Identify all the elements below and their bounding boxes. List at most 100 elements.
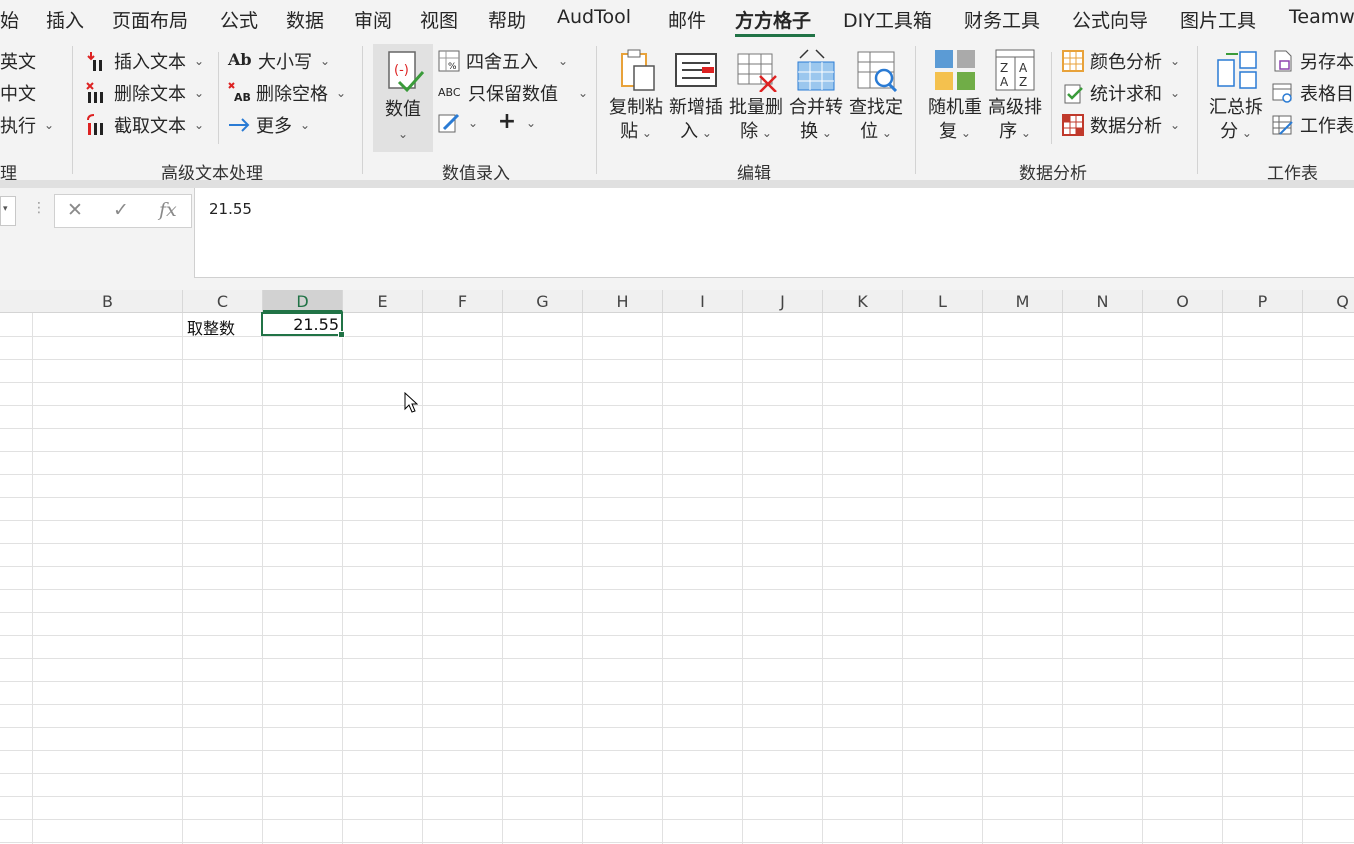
column-header-k[interactable]: K <box>823 290 903 312</box>
insert-function-icon[interactable]: fx <box>159 199 177 221</box>
tab-audtool[interactable]: AudTool <box>557 6 631 28</box>
tab-mail[interactable]: 邮件 <box>668 6 706 33</box>
chevron-down-icon: ⌄ <box>698 126 712 140</box>
tab-data[interactable]: 数据 <box>286 6 324 33</box>
value-entry-label: 数值 <box>385 99 421 120</box>
cancel-icon[interactable]: ✕ <box>67 199 83 221</box>
grid-column-line <box>1222 313 1223 844</box>
sort-az-icon: ZAAZ <box>993 48 1037 92</box>
to-chinese-label: 中文 <box>0 84 36 105</box>
data-analysis-button[interactable]: 数据分析 ⌄ <box>1062 112 1180 138</box>
grid-row-line <box>0 428 1354 429</box>
value-entry-button[interactable]: (-) 数值 ⌄ <box>373 44 433 152</box>
grid-column-line <box>422 313 423 844</box>
advanced-sort-button[interactable]: ZAAZ 高级排 序 ⌄ <box>986 46 1044 145</box>
group-divider <box>915 46 916 174</box>
merge-convert-label-2: 换 <box>800 121 819 142</box>
stat-sum-button[interactable]: 统计求和 ⌄ <box>1062 80 1180 106</box>
cut-text-button[interactable]: 截取文本 ⌄ <box>86 112 204 138</box>
batch-delete-button[interactable]: 批量删 除 ⌄ <box>727 46 785 145</box>
insert-new-button[interactable]: 新增插 入 ⌄ <box>667 46 725 145</box>
delete-text-button[interactable]: 删除文本 ⌄ <box>86 80 204 106</box>
group-divider <box>362 46 363 174</box>
name-box-dropdown[interactable]: ▾ <box>0 196 16 226</box>
execute-label: 执行 <box>0 116 36 137</box>
tab-insert[interactable]: 插入 <box>46 6 84 33</box>
insert-text-button[interactable]: 插入文本 ⌄ <box>86 48 204 74</box>
tab-finance-tools[interactable]: 财务工具 <box>964 6 1040 33</box>
worksheet-button[interactable]: 工作表 <box>1272 112 1354 138</box>
add-button[interactable]: + ⌄ <box>496 111 536 134</box>
formula-input[interactable]: 21.55 <box>194 188 1354 278</box>
column-header-q[interactable]: Q <box>1303 290 1354 312</box>
tab-teams[interactable]: Teamw <box>1289 6 1354 28</box>
execute-button[interactable]: 执行 ⌄ <box>0 112 54 138</box>
tab-home[interactable]: 始 <box>0 6 19 33</box>
column-header-o[interactable]: O <box>1143 290 1223 312</box>
summary-split-button[interactable]: 汇总拆 分 ⌄ <box>1207 46 1265 145</box>
column-header-f[interactable]: F <box>423 290 503 312</box>
edit-values-button[interactable]: ⌄ <box>438 112 478 134</box>
chevron-down-icon: ▾ <box>3 204 8 214</box>
tab-formulas[interactable]: 公式 <box>220 6 258 33</box>
chevron-down-icon: ⌄ <box>638 126 652 140</box>
delete-space-button[interactable]: AB 删除空格 ⌄ <box>228 80 346 106</box>
confirm-icon[interactable]: ✓ <box>113 199 129 221</box>
color-grid-icon <box>1062 50 1084 72</box>
fill-handle[interactable] <box>338 331 345 338</box>
round-button[interactable]: % 四舍五入 ⌄ <box>438 48 568 74</box>
save-file-icon <box>1272 50 1294 72</box>
worksheet-icon <box>1272 114 1294 136</box>
grid-row-line <box>0 474 1354 475</box>
grid-column-line <box>342 313 343 844</box>
column-header-e[interactable]: E <box>343 290 423 312</box>
red-grid-icon <box>1062 114 1084 136</box>
column-header-b[interactable]: B <box>33 290 183 312</box>
tab-help[interactable]: 帮助 <box>488 6 526 33</box>
delete-space-label: 删除空格 <box>256 84 328 105</box>
find-locate-button[interactable]: 查找定 位 ⌄ <box>847 46 905 145</box>
to-english-button[interactable]: 英文 <box>0 48 36 74</box>
color-analysis-button[interactable]: 颜色分析 ⌄ <box>1062 48 1180 74</box>
tab-fangfang[interactable]: 方方格子 <box>735 6 811 33</box>
merge-convert-button[interactable]: 合并转 换 ⌄ <box>787 46 845 145</box>
copy-paste-button[interactable]: 复制粘 贴 ⌄ <box>607 46 665 145</box>
grid-row-line <box>0 566 1354 567</box>
column-header-p[interactable]: P <box>1223 290 1303 312</box>
column-header-n[interactable]: N <box>1063 290 1143 312</box>
column-header-h[interactable]: H <box>583 290 663 312</box>
column-header-m[interactable]: M <box>983 290 1063 312</box>
tab-view[interactable]: 视图 <box>420 6 458 33</box>
svg-text:A: A <box>1000 75 1009 89</box>
to-chinese-button[interactable]: 中文 <box>0 80 36 106</box>
column-header-c[interactable]: C <box>183 290 263 312</box>
cell-c1[interactable]: 取整数 <box>187 315 235 339</box>
random-repeat-button[interactable]: 随机重 复 ⌄ <box>926 46 984 145</box>
grid-column-line <box>182 313 183 844</box>
advanced-sort-label-1: 高级排 <box>988 97 1042 118</box>
table-directory-button[interactable]: 表格目 <box>1272 80 1354 106</box>
column-header-i[interactable]: I <box>663 290 743 312</box>
column-header-l[interactable]: L <box>903 290 983 312</box>
column-header-g[interactable]: G <box>503 290 583 312</box>
insert-new-label-1: 新增插 <box>669 97 723 118</box>
chevron-down-icon: ⌄ <box>818 126 832 140</box>
tab-image-tools[interactable]: 图片工具 <box>1180 6 1256 33</box>
tab-page-layout[interactable]: 页面布局 <box>112 6 188 33</box>
spreadsheet-grid[interactable]: BCDEFGHIJKLMNOPQ 取整数 21.55 <box>0 290 1354 844</box>
random-repeat-label-2: 复 <box>939 121 958 142</box>
case-button[interactable]: Ab 大小写 ⌄ <box>228 48 330 74</box>
save-as-button[interactable]: 另存本 <box>1272 48 1354 74</box>
drag-handle-icon[interactable]: ⋮ <box>32 200 46 216</box>
column-header-j[interactable]: J <box>743 290 823 312</box>
keep-value-button[interactable]: ABC 只保留数值 ⌄ <box>438 80 588 106</box>
chevron-down-icon: ⌄ <box>558 54 569 68</box>
tab-review[interactable]: 审阅 <box>354 6 392 33</box>
svg-text:(-): (-) <box>394 63 409 78</box>
chevron-down-icon: ⌄ <box>1017 126 1031 140</box>
tab-formula-wizard[interactable]: 公式向导 <box>1072 6 1148 33</box>
more-button[interactable]: 更多 ⌄ <box>228 112 310 138</box>
column-header-d[interactable]: D <box>263 290 343 312</box>
grid-row-line <box>0 842 1354 843</box>
tab-diy-toolbox[interactable]: DIY工具箱 <box>843 6 932 33</box>
